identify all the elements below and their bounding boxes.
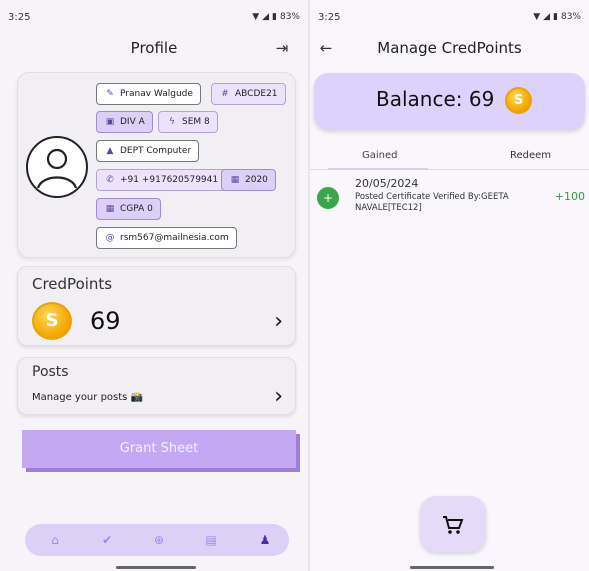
transaction-date: 20/05/2024 xyxy=(355,177,419,190)
signal-icon: ◢ xyxy=(543,12,551,22)
app-bar: Profile ⇥ xyxy=(0,36,308,60)
status-time: 3:25 xyxy=(8,12,31,23)
posts-title: Posts xyxy=(32,364,69,380)
chevron-right-icon[interactable]: › xyxy=(274,311,283,333)
status-bar: 3:25 ▼ ◢ ▮ 83% xyxy=(318,12,581,26)
department-text: DEPT Computer xyxy=(120,146,192,156)
transaction-row[interactable]: + 20/05/2024 Posted Certificate Verified… xyxy=(314,176,589,220)
year-chip: ▦ 2020 xyxy=(221,169,276,191)
grant-sheet-button[interactable]: Grant Sheet xyxy=(22,430,296,468)
phone-icon: ✆ xyxy=(106,175,114,185)
lightning-icon: ϟ xyxy=(169,117,175,127)
status-icons: ▼ ◢ ▮ 83% xyxy=(533,12,581,22)
tab-gained[interactable]: Gained xyxy=(362,150,398,161)
battery-percent: 83% xyxy=(279,12,300,22)
gesture-bar xyxy=(116,566,196,569)
credpoints-label: CredPoints xyxy=(32,275,113,293)
person-avatar-icon xyxy=(36,148,78,189)
cart-icon xyxy=(443,515,464,534)
tab-redeem[interactable]: Redeem xyxy=(510,150,551,161)
wifi-icon: ▼ xyxy=(533,12,541,22)
add-icon[interactable]: ⊕ xyxy=(151,532,167,548)
phone-chip: ✆ +91 +917620579941 xyxy=(96,169,227,191)
id-text: ABCDE21 xyxy=(235,89,278,99)
card-icon[interactable]: ▤ xyxy=(203,532,219,548)
person-icon[interactable]: ♟ xyxy=(257,532,273,548)
calendar-icon: ▦ xyxy=(105,204,115,214)
tab-indicator xyxy=(328,168,428,170)
posts-card[interactable]: Posts Manage your posts 📸 › xyxy=(17,357,296,415)
profile-card: ✎ Pranav Walgude # ABCDE21 ▣ DIV A ϟ SEM 8 ▲… xyxy=(17,72,296,258)
shapes-icon: ▲ xyxy=(106,146,114,156)
credpoints-value: 69 xyxy=(90,307,121,335)
posts-subtitle: Manage your posts 📸 xyxy=(32,392,144,403)
plus-icon: + xyxy=(317,187,339,209)
page-title: Manage CredPoints xyxy=(377,39,522,57)
avatar xyxy=(26,136,88,198)
semester-chip: ϟ SEM 8 xyxy=(158,111,218,133)
division-text: DIV A xyxy=(120,117,145,127)
at-icon: @ xyxy=(105,233,115,243)
signal-icon: ◢ xyxy=(262,12,270,22)
semester-text: SEM 8 xyxy=(182,117,210,127)
status-bar: 3:25 ▼ ◢ ▮ 83% xyxy=(8,12,300,26)
wifi-icon: ▼ xyxy=(252,12,260,22)
battery-icon: ▮ xyxy=(553,12,558,22)
calendar-icon: ▦ xyxy=(230,175,240,185)
year-text: 2020 xyxy=(245,175,268,185)
bottom-nav: ⌂ ✔ ⊕ ▤ ♟ xyxy=(25,524,289,556)
name-text: Pranav Walgude xyxy=(120,89,193,99)
profile-screen: 3:25 ▼ ◢ ▮ 83% Profile ⇥ ✎ Pranav Walgude… xyxy=(0,0,308,571)
chevron-right-icon[interactable]: › xyxy=(274,386,283,408)
manage-credpoints-screen: 3:25 ▼ ◢ ▮ 83% ← Manage CredPoints Balan… xyxy=(310,0,589,571)
status-icons: ▼ ◢ ▮ 83% xyxy=(252,12,300,22)
app-bar: ← Manage CredPoints xyxy=(310,36,589,60)
battery-percent: 83% xyxy=(560,12,581,22)
id-chip: # ABCDE21 xyxy=(211,83,286,105)
department-chip: ▲ DEPT Computer xyxy=(96,140,200,162)
gesture-bar xyxy=(410,566,494,569)
cgpa-text: CGPA 0 xyxy=(120,204,153,214)
status-time: 3:25 xyxy=(318,12,341,23)
transaction-description: Posted Certificate Verified By:GEETA NAV… xyxy=(355,192,509,213)
coin-icon: S xyxy=(505,87,532,114)
name-chip: ✎ Pranav Walgude xyxy=(96,83,201,105)
page-title: Profile xyxy=(130,39,178,57)
hash-icon: # xyxy=(221,89,229,99)
email-text: rsm567@mailnesia.com xyxy=(120,233,229,243)
transaction-amount: +100 xyxy=(554,190,585,203)
balance-text: Balance: 69 xyxy=(376,87,495,111)
email-chip: @ rsm567@mailnesia.com xyxy=(96,227,237,249)
home-icon[interactable]: ⌂ xyxy=(47,532,63,548)
phone-text: +91 +917620579941 xyxy=(120,175,219,185)
logout-icon[interactable]: ⇥ xyxy=(272,38,292,58)
balance-card: Balance: 69 S xyxy=(314,73,585,129)
check-icon[interactable]: ✔ xyxy=(99,532,115,548)
tab-bar: Gained Redeem xyxy=(310,148,589,170)
credpoints-card[interactable]: CredPoints S 69 › xyxy=(17,266,296,346)
edit-icon: ✎ xyxy=(106,89,114,99)
coin-icon: S xyxy=(32,302,72,340)
battery-icon: ▮ xyxy=(272,12,277,22)
back-arrow-icon[interactable]: ← xyxy=(316,38,336,58)
division-chip: ▣ DIV A xyxy=(96,111,153,133)
cgpa-chip: ▦ CGPA 0 xyxy=(96,198,161,220)
cart-button[interactable] xyxy=(420,496,486,552)
class-icon: ▣ xyxy=(105,117,115,127)
